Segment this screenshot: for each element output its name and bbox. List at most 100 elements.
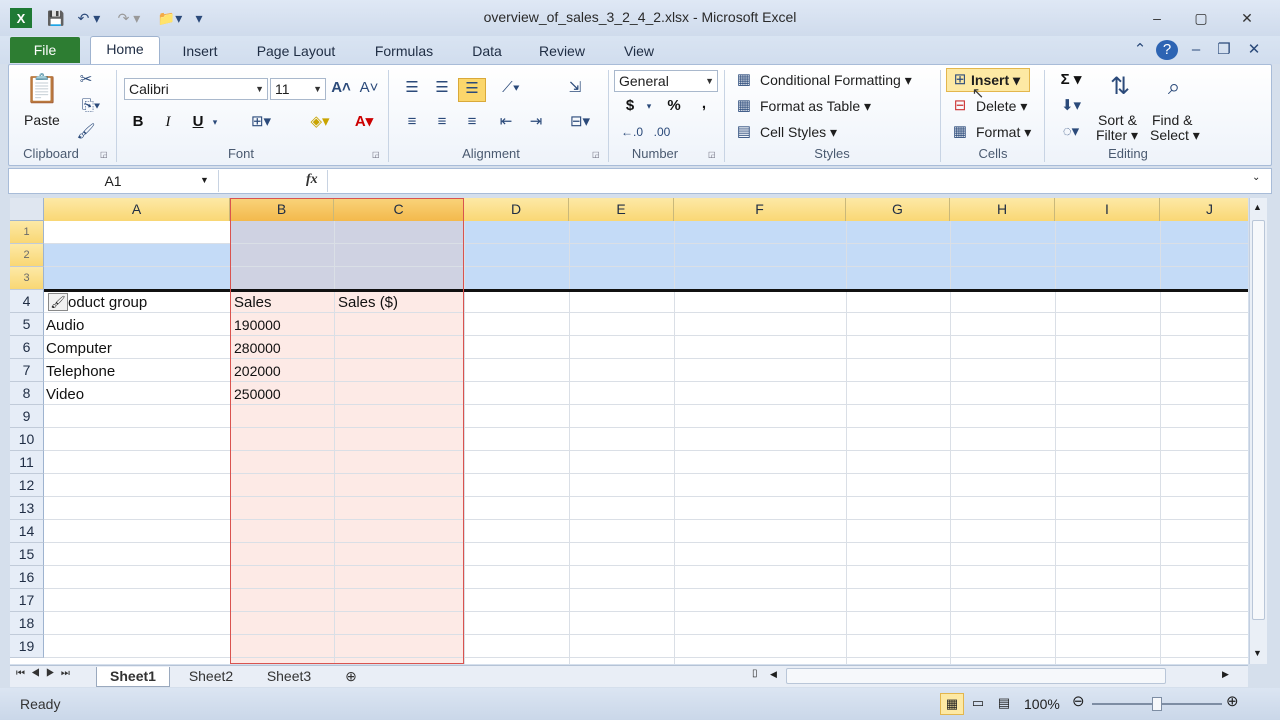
cell-styles-button[interactable]: Cell Styles ▾ [760,124,837,141]
merge-center-icon[interactable]: ⊟▾ [562,112,598,132]
zoom-level[interactable]: 100% [1024,696,1060,712]
conditional-formatting-button[interactable]: Conditional Formatting ▾ [760,72,912,89]
underline-dropdown-icon[interactable]: ▾ [208,112,222,132]
window-close-icon[interactable]: ✕ [1244,40,1264,60]
zoom-slider-thumb[interactable] [1152,697,1162,711]
align-center-icon[interactable]: ≡ [430,112,454,132]
tab-formulas[interactable]: Formulas [364,43,444,65]
align-left-icon[interactable]: ≡ [400,112,424,132]
cell-b8[interactable]: 250000 [234,383,281,406]
scroll-up-icon[interactable]: ▲ [1253,202,1262,212]
row-header-12[interactable]: 12 [10,474,44,497]
format-as-table-button[interactable]: Format as Table ▾ [760,98,871,115]
row-header-14[interactable]: 14 [10,520,44,543]
formula-input[interactable] [332,172,1242,192]
sort-filter-label[interactable]: Sort & [1098,112,1137,128]
cell-a7[interactable]: Telephone [46,360,115,383]
tab-page-layout[interactable]: Page Layout [246,43,346,65]
window-restore-icon[interactable]: ❐ [1214,40,1234,60]
currency-dropdown-icon[interactable]: ▾ [642,96,656,116]
row-header-18[interactable]: 18 [10,612,44,635]
cell-a4[interactable]: oduct group [68,291,147,314]
column-header-g[interactable]: G [846,198,950,221]
cell-c4[interactable]: Sales ($) [338,291,398,314]
tab-file[interactable]: File [10,37,80,63]
column-header-a[interactable]: A [44,198,230,221]
cell-b4[interactable]: Sales [234,291,272,314]
row-header-15[interactable]: 15 [10,543,44,566]
expand-formula-icon[interactable]: ⌄ [1252,172,1260,183]
clipboard-launcher-icon[interactable]: ◲ [100,150,108,159]
select-all-corner[interactable] [10,198,44,221]
row-header-8[interactable]: 8 [10,382,44,405]
currency-button[interactable]: $ [620,96,640,116]
tab-view[interactable]: View [612,43,666,65]
increase-decimal-icon[interactable]: ←.0 [618,122,646,142]
tab-data[interactable]: Data [462,43,512,65]
row-header-11[interactable]: 11 [10,451,44,474]
autosum-button[interactable]: Σ ▾ [1054,70,1088,90]
row-header-13[interactable]: 13 [10,497,44,520]
wrap-text-icon[interactable]: ⇲ [562,78,588,98]
vertical-scrollbar[interactable]: ▲ ▼ [1249,198,1267,664]
font-size-combo[interactable]: 11 ▼ [270,78,326,100]
alignment-launcher-icon[interactable]: ◲ [592,150,600,159]
tab-home[interactable]: Home [90,36,160,65]
sheet-tab-2[interactable]: Sheet2 [176,667,246,687]
comma-button[interactable]: , [694,94,714,114]
italic-button[interactable]: I [158,112,178,132]
align-middle-icon[interactable]: ☰ [430,78,454,98]
zoom-out-icon[interactable]: ⊖ [1072,692,1085,710]
decrease-font-icon[interactable]: A˅ [358,78,380,98]
cell-b6[interactable]: 280000 [234,337,281,360]
tab-review[interactable]: Review [530,43,594,65]
row-header-6[interactable]: 6 [10,336,44,359]
scroll-right-icon[interactable]: ▶ [1222,669,1229,680]
find-select-label[interactable]: Find & [1152,112,1192,128]
align-top-icon[interactable]: ☰ [400,78,424,98]
cut-icon[interactable]: ✂ [76,70,96,90]
row-header-16[interactable]: 16 [10,566,44,589]
insert-sheet-icon[interactable]: ⊕ [336,667,366,687]
maximize-icon[interactable]: ▢ [1186,10,1216,30]
decrease-indent-icon[interactable]: ⇤ [494,112,518,132]
orientation-icon[interactable]: ⟋▾ [494,78,528,98]
column-header-f[interactable]: F [674,198,846,221]
find-select-button[interactable]: Select ▾ [1150,127,1200,144]
row-header-1[interactable]: 1 [10,221,44,244]
row-header-19[interactable]: 19 [10,635,44,658]
sheet-tab-1[interactable]: Sheet1 [96,667,170,687]
worksheet-grid[interactable]: A B C D E F G H I J 1 2 3 4 5 6 7 8 9 10… [10,198,1248,664]
page-layout-view-icon[interactable]: ▭ [966,693,990,715]
paste-icon[interactable]: 📋 [22,70,62,108]
increase-font-icon[interactable]: A˄ [330,78,352,98]
insert-function-button[interactable]: fx [306,172,318,188]
cell-b5[interactable]: 190000 [234,314,281,337]
row-header-7[interactable]: 7 [10,359,44,382]
bold-button[interactable]: B [128,112,148,132]
underline-button[interactable]: U [188,112,208,132]
column-header-e[interactable]: E [569,198,674,221]
cell-a5[interactable]: Audio [46,314,84,337]
clear-icon[interactable]: ◌▾ [1054,122,1088,142]
row-header-4[interactable]: 4 [10,290,44,313]
ribbon-minimize-icon[interactable]: ⌃ [1130,40,1150,60]
column-header-d[interactable]: D [464,198,569,221]
row-header-5[interactable]: 5 [10,313,44,336]
sheet-nav-icons[interactable]: ⏮◀▶⏭ [16,668,76,679]
align-right-icon[interactable]: ≡ [460,112,484,132]
cell-a8[interactable]: Video [46,383,84,406]
font-name-combo[interactable]: Calibri ▼ [124,78,268,100]
borders-icon[interactable]: ⊞▾ [244,112,278,132]
row-header-9[interactable]: 9 [10,405,44,428]
font-launcher-icon[interactable]: ◲ [372,150,380,159]
copy-icon[interactable]: ⎘▾ [76,96,106,116]
format-cells-button[interactable]: Format ▾ [976,124,1031,141]
format-painter-icon[interactable]: 🖌 [76,122,96,142]
number-launcher-icon[interactable]: ◲ [708,150,716,159]
scroll-left-icon[interactable]: ◀ [770,669,777,680]
align-bottom-icon[interactable]: ☰ [458,78,486,102]
decrease-decimal-icon[interactable]: .00 [648,122,676,142]
horizontal-scroll-thumb[interactable] [786,668,1166,684]
name-box[interactable]: A1 [10,170,216,192]
